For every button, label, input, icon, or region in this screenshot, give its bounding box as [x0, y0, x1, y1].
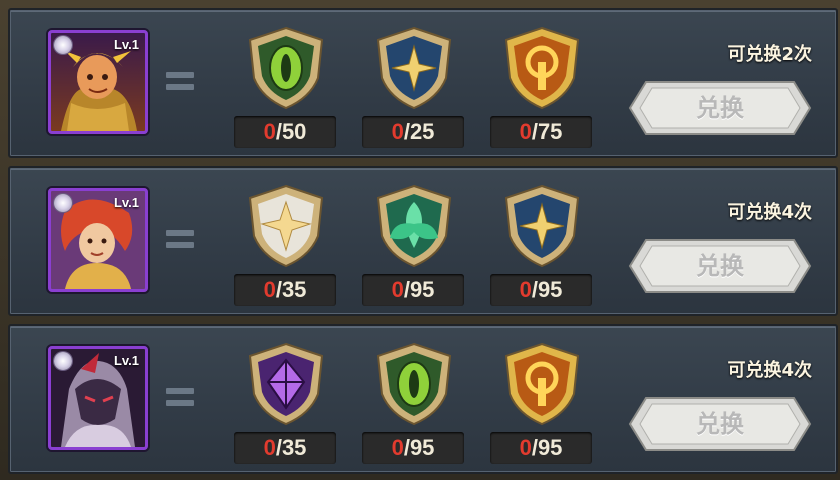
blue-star-emblem-icon [504, 184, 580, 268]
exchange-button-label: 兑换 [696, 410, 744, 438]
green-eye-emblem-icon [376, 342, 452, 426]
exchange-button[interactable]: 兑换 [628, 80, 812, 136]
material-item[interactable]: 0/95 [490, 180, 594, 306]
material-item[interactable]: 0/95 [490, 338, 594, 464]
equals-icon [166, 228, 194, 250]
white-star-emblem-icon [248, 184, 324, 268]
material-item[interactable]: 0/35 [234, 180, 338, 306]
material-item[interactable]: 0/50 [234, 22, 338, 148]
exchange-panel-frame: Lv.1 0/50 0/25 0/75 可兑换2次 兑换 Lv.1 0/35 0… [0, 0, 840, 480]
star-badge-icon [54, 352, 72, 370]
hero-level: Lv.1 [113, 353, 139, 368]
exchange-button[interactable]: 兑换 [628, 238, 812, 294]
material-count: 0/95 [490, 274, 592, 306]
material-count: 0/25 [362, 116, 464, 148]
purple-crystal-emblem-icon [248, 342, 324, 426]
exchange-row: Lv.1 0/50 0/25 0/75 可兑换2次 兑换 [8, 8, 838, 158]
hero-portrait[interactable]: Lv.1 [48, 30, 148, 134]
material-count: 0/95 [490, 432, 592, 464]
star-badge-icon [54, 36, 72, 54]
material-count: 0/50 [234, 116, 336, 148]
hero-portrait[interactable]: Lv.1 [48, 346, 148, 450]
material-item[interactable]: 0/95 [362, 338, 466, 464]
material-count: 0/35 [234, 274, 336, 306]
exchange-limit-text: 可兑换2次 [727, 44, 812, 65]
exchange-button-label: 兑换 [696, 94, 744, 122]
hero-level: Lv.1 [113, 37, 139, 52]
orange-sun-emblem-icon [504, 342, 580, 426]
equals-icon [166, 70, 194, 92]
star-badge-icon [54, 194, 72, 212]
material-count: 0/75 [490, 116, 592, 148]
exchange-limit-text: 可兑换4次 [727, 202, 812, 223]
material-item[interactable]: 0/25 [362, 22, 466, 148]
orange-sun-emblem-icon [504, 26, 580, 110]
material-count: 0/35 [234, 432, 336, 464]
green-leaf-emblem-icon [376, 184, 452, 268]
material-count: 0/95 [362, 432, 464, 464]
material-item[interactable]: 0/95 [362, 180, 466, 306]
exchange-button[interactable]: 兑换 [628, 396, 812, 452]
exchange-row: Lv.1 0/35 0/95 0/95 可兑换4次 兑换 [8, 166, 838, 316]
exchange-button-label: 兑换 [696, 252, 744, 280]
green-eye-emblem-icon [248, 26, 324, 110]
equals-icon [166, 386, 194, 408]
exchange-row: Lv.1 0/35 0/95 0/95 可兑换4次 兑换 [8, 324, 838, 474]
exchange-limit-text: 可兑换4次 [727, 360, 812, 381]
blue-star-emblem-icon [376, 26, 452, 110]
material-item[interactable]: 0/35 [234, 338, 338, 464]
hero-level: Lv.1 [113, 195, 139, 210]
material-item[interactable]: 0/75 [490, 22, 594, 148]
material-count: 0/95 [362, 274, 464, 306]
hero-portrait[interactable]: Lv.1 [48, 188, 148, 292]
